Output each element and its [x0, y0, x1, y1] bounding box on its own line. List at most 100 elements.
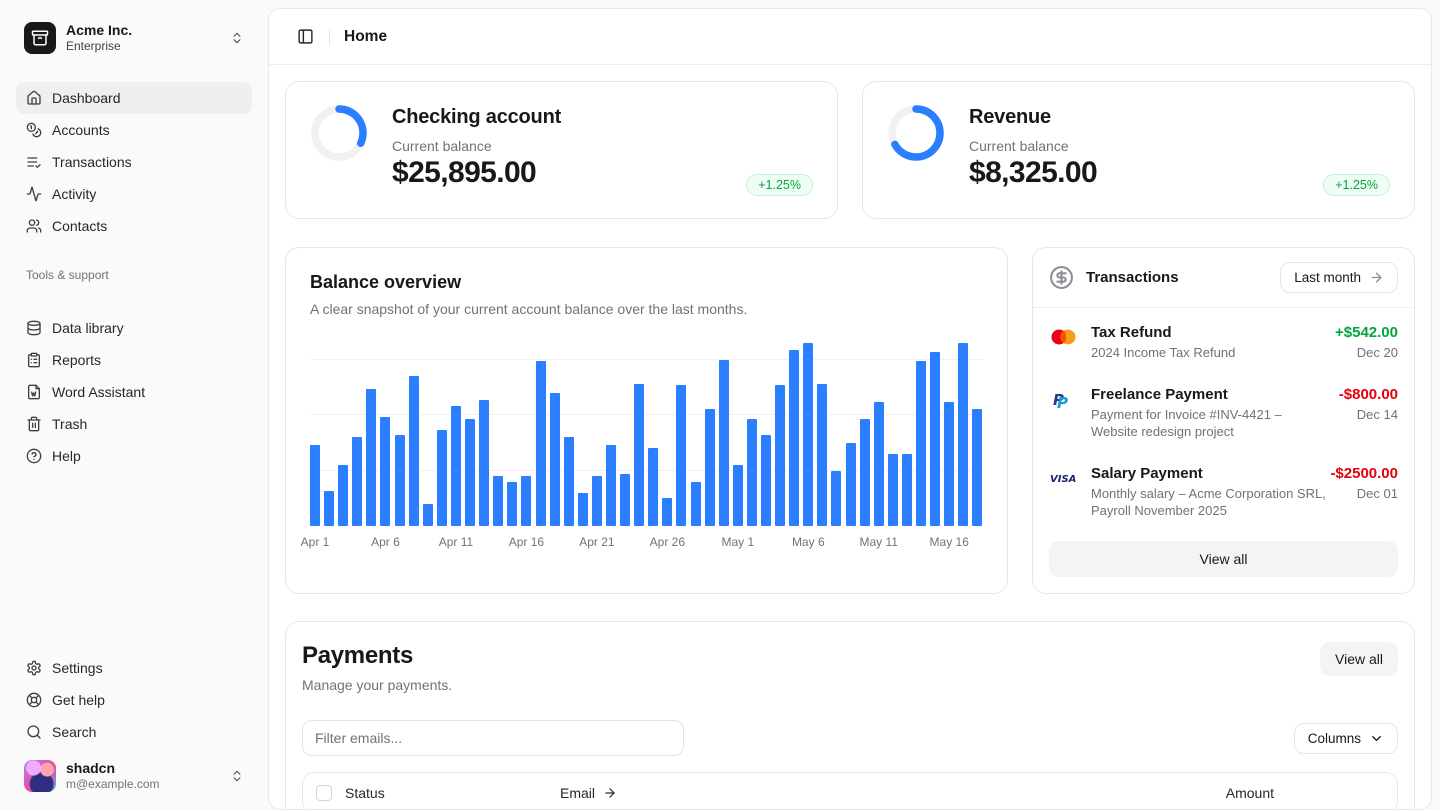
circle-dollar-icon [1049, 265, 1074, 290]
sidebar-item-help[interactable]: Help [16, 440, 252, 472]
sidebar-toggle-button[interactable] [291, 23, 319, 51]
column-header-email-sort-button[interactable]: Email [560, 785, 1097, 801]
sidebar-item-label: Activity [52, 186, 96, 202]
sidebar-item-label: Data library [52, 320, 124, 336]
filter-emails-input[interactable] [302, 720, 684, 756]
sidebar-item-label: Transactions [52, 154, 132, 170]
chart-bar [578, 493, 588, 526]
transactions-list: Tax Refund+$542.002024 Income Tax Refund… [1033, 308, 1414, 531]
transactions-view-all-button[interactable]: View all [1049, 541, 1398, 577]
sidebar-item-label: Help [52, 448, 81, 464]
life-buoy-icon [26, 692, 42, 708]
sidebar-item-label: Dashboard [52, 90, 121, 106]
chart-bar [775, 385, 785, 526]
chart-bar [338, 465, 348, 526]
sidebar-item-label: Get help [52, 692, 105, 708]
users-icon [26, 218, 42, 234]
summary-card-title: Checking account [392, 106, 561, 129]
chart-bar [437, 430, 447, 526]
change-badge: +1.25% [1323, 174, 1390, 196]
chart-bar [944, 402, 954, 526]
chart-bar [860, 419, 870, 526]
sidebar-item-dashboard[interactable]: Dashboard [16, 82, 252, 114]
panel-left-icon [297, 28, 314, 45]
sidebar: Acme Inc. Enterprise Dashboard Accounts Tr… [0, 0, 268, 810]
transaction-row[interactable]: PPFreelance Payment-$800.00Payment for I… [1049, 372, 1398, 451]
chart-bar [310, 445, 320, 526]
chart-bar [691, 482, 701, 526]
chart-bar [916, 361, 926, 526]
balance-overview-title: Balance overview [310, 272, 983, 293]
progress-donut [887, 104, 945, 162]
summary-card-title: Revenue [969, 106, 1097, 129]
transaction-date: Dec 01 [1357, 486, 1398, 520]
chart-bar [521, 476, 531, 526]
chart-bar [564, 437, 574, 526]
transaction-title: Salary Payment [1091, 465, 1203, 482]
user-menu[interactable]: shadcn m@example.com [16, 754, 252, 799]
chart-x-tick-label: Apr 16 [509, 535, 544, 549]
period-button[interactable]: Last month [1280, 262, 1398, 293]
settings-icon [26, 660, 42, 676]
list-check-icon [26, 154, 42, 170]
chart-bar [662, 498, 672, 526]
chart-bar [606, 445, 616, 526]
chart-bar [761, 435, 771, 526]
sidebar-nav-main: Dashboard Accounts Transactions Activity Con… [16, 82, 252, 242]
sidebar-item-accounts[interactable]: Accounts [16, 114, 252, 146]
sidebar-item-data-library[interactable]: Data library [16, 312, 252, 344]
house-icon [26, 90, 42, 106]
transaction-date: Dec 20 [1357, 345, 1398, 362]
sidebar-spacer [16, 472, 252, 630]
chart-x-tick-label: Apr 6 [371, 535, 400, 549]
arrow-right-icon [1369, 270, 1384, 285]
sidebar-item-label: Reports [52, 352, 101, 368]
sidebar-item-word-assistant[interactable]: Word Assistant [16, 376, 252, 408]
columns-dropdown-button[interactable]: Columns [1294, 723, 1398, 754]
chart-bar [803, 343, 813, 526]
transaction-row[interactable]: Tax Refund+$542.002024 Income Tax Refund… [1049, 310, 1398, 372]
chart-x-tick-label: May 16 [930, 535, 969, 549]
chart-bar [958, 343, 968, 526]
transaction-row[interactable]: VISASalary Payment-$2500.00Monthly salar… [1049, 451, 1398, 530]
sidebar-item-contacts[interactable]: Contacts [16, 210, 252, 242]
chart-bar [423, 504, 433, 526]
sidebar-item-settings[interactable]: Settings [16, 652, 252, 684]
chart-bar [733, 465, 743, 526]
period-button-label: Last month [1294, 270, 1361, 285]
chart-bar [493, 476, 503, 526]
chart-bar [324, 491, 334, 526]
select-all-checkbox[interactable] [316, 785, 332, 801]
coins-icon [26, 122, 42, 138]
chart-bar [888, 454, 898, 526]
chart-bar [451, 406, 461, 526]
divider [329, 29, 330, 45]
sidebar-item-get-help[interactable]: Get help [16, 684, 252, 716]
database-icon [26, 320, 42, 336]
sidebar-item-activity[interactable]: Activity [16, 178, 252, 210]
sidebar-item-search[interactable]: Search [16, 716, 252, 748]
chart-bar [789, 350, 799, 526]
topbar: Home [269, 9, 1431, 65]
chart-bar [479, 400, 489, 526]
transaction-description: Payment for Invoice #INV-4421 – Website … [1091, 407, 1329, 441]
sidebar-item-trash[interactable]: Trash [16, 408, 252, 440]
sidebar-item-label: Word Assistant [52, 384, 145, 400]
balance-amount: $25,895.00 [392, 156, 561, 190]
progress-donut [310, 104, 368, 162]
chart-bar [352, 437, 362, 526]
sidebar-nav-footer: Settings Get help Search [16, 652, 252, 748]
payments-title: Payments [302, 642, 452, 670]
sidebar-item-reports[interactable]: Reports [16, 344, 252, 376]
payments-view-all-button[interactable]: View all [1320, 642, 1398, 676]
transaction-amount: -$800.00 [1339, 386, 1398, 403]
chevron-down-icon [1369, 731, 1384, 746]
chart-x-tick-label: Apr 26 [650, 535, 685, 549]
transaction-description: 2024 Income Tax Refund [1091, 345, 1235, 362]
avatar [24, 760, 56, 792]
chart-x-tick-label: May 1 [721, 535, 754, 549]
balance-label: Current balance [392, 138, 561, 154]
org-switcher[interactable]: Acme Inc. Enterprise [16, 16, 252, 60]
sidebar-item-transactions[interactable]: Transactions [16, 146, 252, 178]
balance-bar-chart: Apr 1Apr 6Apr 11Apr 16Apr 21Apr 26May 1M… [310, 341, 983, 526]
